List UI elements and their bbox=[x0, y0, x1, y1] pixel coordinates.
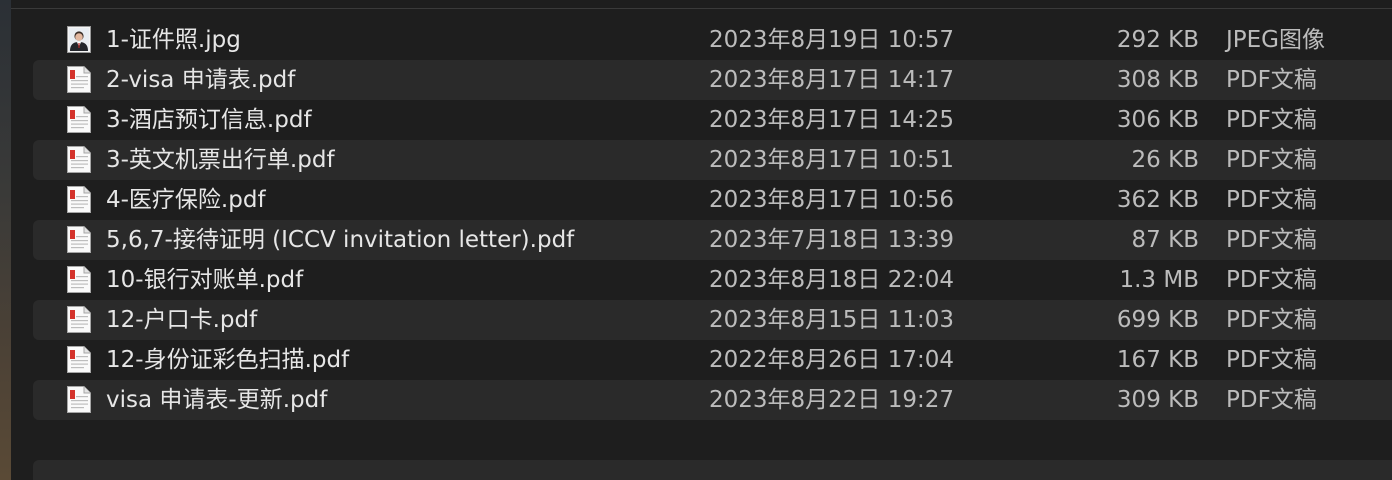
pdf-document-icon bbox=[67, 106, 91, 133]
file-date-modified: 2023年8月18日 22:04 bbox=[709, 267, 955, 293]
file-row[interactable]: 1-证件照.jpg 2023年8月19日 10:57 292 KB JPEG图像 bbox=[33, 20, 1392, 60]
file-kind: PDF文稿 bbox=[1226, 147, 1317, 173]
file-kind: PDF文稿 bbox=[1226, 187, 1317, 213]
file-date-modified: 2023年8月17日 10:56 bbox=[709, 187, 955, 213]
file-size: 1.3 MB bbox=[1119, 267, 1199, 293]
desktop-edge bbox=[0, 0, 11, 480]
file-date-modified: 2023年8月15日 11:03 bbox=[709, 307, 955, 333]
jpeg-photo-icon bbox=[67, 26, 91, 53]
file-name: 12-户口卡.pdf bbox=[106, 307, 258, 333]
file-row[interactable]: 3-酒店预订信息.pdf 2023年8月17日 14:25 306 KB PDF… bbox=[33, 100, 1392, 140]
file-date-modified: 2023年8月17日 14:25 bbox=[709, 107, 955, 133]
file-name: 10-银行对账单.pdf bbox=[106, 267, 304, 293]
file-name: 12-身份证彩色扫描.pdf bbox=[106, 347, 350, 373]
file-row[interactable]: 2-visa 申请表.pdf 2023年8月17日 14:17 308 KB P… bbox=[33, 60, 1392, 100]
file-size: 362 KB bbox=[1116, 187, 1199, 213]
file-kind: PDF文稿 bbox=[1226, 347, 1317, 373]
file-name: 5,6,7-接待证明 (ICCV invitation letter).pdf bbox=[106, 227, 575, 253]
file-size: 292 KB bbox=[1116, 27, 1199, 53]
file-row[interactable]: visa 申请表-更新.pdf 2023年8月22日 19:27 309 KB … bbox=[33, 380, 1392, 420]
file-date-modified: 2023年8月19日 10:57 bbox=[709, 27, 955, 53]
file-row[interactable]: 12-身份证彩色扫描.pdf 2022年8月26日 17:04 167 KB P… bbox=[33, 340, 1392, 380]
pdf-document-icon bbox=[67, 386, 91, 413]
file-name: 3-酒店预订信息.pdf bbox=[106, 107, 312, 133]
pdf-document-icon bbox=[67, 266, 91, 293]
file-name: 2-visa 申请表.pdf bbox=[106, 67, 296, 93]
file-size: 699 KB bbox=[1116, 307, 1199, 333]
file-size: 308 KB bbox=[1116, 67, 1199, 93]
file-date-modified: 2023年8月22日 19:27 bbox=[709, 387, 955, 413]
pdf-document-icon bbox=[67, 66, 91, 93]
file-kind: PDF文稿 bbox=[1226, 107, 1317, 133]
file-name: visa 申请表-更新.pdf bbox=[106, 387, 328, 413]
file-size: 26 KB bbox=[1131, 147, 1199, 173]
file-name: 1-证件照.jpg bbox=[106, 27, 241, 53]
pdf-document-icon bbox=[67, 346, 91, 373]
file-row[interactable]: 10-银行对账单.pdf 2023年8月18日 22:04 1.3 MB PDF… bbox=[33, 260, 1392, 300]
file-size: 309 KB bbox=[1116, 387, 1199, 413]
file-size: 306 KB bbox=[1116, 107, 1199, 133]
header-divider bbox=[11, 8, 1392, 9]
file-name: 3-英文机票出行单.pdf bbox=[106, 147, 335, 173]
empty-row bbox=[33, 420, 1392, 460]
file-date-modified: 2022年8月26日 17:04 bbox=[709, 347, 955, 373]
file-size: 167 KB bbox=[1116, 347, 1199, 373]
file-row[interactable]: 5,6,7-接待证明 (ICCV invitation letter).pdf … bbox=[33, 220, 1392, 260]
file-date-modified: 2023年8月17日 10:51 bbox=[709, 147, 955, 173]
pdf-document-icon bbox=[67, 306, 91, 333]
pdf-document-icon bbox=[67, 146, 91, 173]
file-kind: PDF文稿 bbox=[1226, 67, 1317, 93]
file-kind: PDF文稿 bbox=[1226, 307, 1317, 333]
pdf-document-icon bbox=[67, 226, 91, 253]
file-row[interactable]: 4-医疗保险.pdf 2023年8月17日 10:56 362 KB PDF文稿 bbox=[33, 180, 1392, 220]
pdf-document-icon bbox=[67, 186, 91, 213]
file-row[interactable]: 3-英文机票出行单.pdf 2023年8月17日 10:51 26 KB PDF… bbox=[33, 140, 1392, 180]
finder-window: 1-证件照.jpg 2023年8月19日 10:57 292 KB JPEG图像… bbox=[11, 0, 1392, 480]
file-row[interactable]: 12-户口卡.pdf 2023年8月15日 11:03 699 KB PDF文稿 bbox=[33, 300, 1392, 340]
file-kind: PDF文稿 bbox=[1226, 387, 1317, 413]
file-date-modified: 2023年8月17日 14:17 bbox=[709, 67, 955, 93]
file-kind: JPEG图像 bbox=[1226, 27, 1326, 53]
file-date-modified: 2023年7月18日 13:39 bbox=[709, 227, 955, 253]
file-list: 1-证件照.jpg 2023年8月19日 10:57 292 KB JPEG图像… bbox=[33, 20, 1392, 480]
file-name: 4-医疗保险.pdf bbox=[106, 187, 266, 213]
file-kind: PDF文稿 bbox=[1226, 267, 1317, 293]
file-kind: PDF文稿 bbox=[1226, 227, 1317, 253]
empty-row bbox=[33, 460, 1392, 480]
file-size: 87 KB bbox=[1131, 227, 1199, 253]
